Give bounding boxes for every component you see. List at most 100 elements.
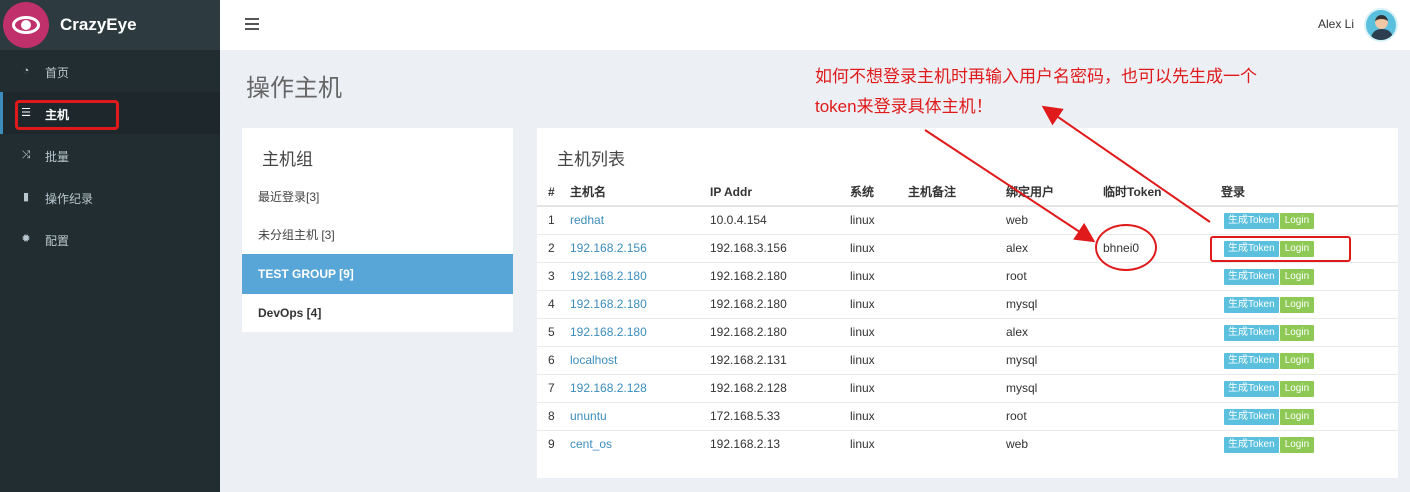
- table-cell: 生成Token Login: [1221, 401, 1398, 430]
- top-header: Alex Li: [220, 0, 1410, 50]
- login-button[interactable]: Login: [1279, 436, 1315, 453]
- table-cell: bhnei0: [1103, 233, 1221, 262]
- table-cell: mysql: [1006, 345, 1103, 374]
- table-cell: [1103, 205, 1221, 234]
- host-os: linux: [850, 241, 875, 255]
- sidebar-item-batch[interactable]: ⤨ 批量: [0, 134, 220, 176]
- login-button[interactable]: Login: [1279, 296, 1315, 313]
- avatar[interactable]: [1364, 8, 1398, 42]
- table-cell: linux: [850, 261, 908, 290]
- shuffle-icon: ⤨: [21, 149, 31, 161]
- table-cell: [908, 401, 1006, 430]
- column-header: #: [537, 178, 570, 207]
- bound-user: mysql: [1006, 381, 1038, 395]
- table-cell: [908, 373, 1006, 402]
- table-cell: 192.168.2.180: [710, 261, 850, 290]
- login-button[interactable]: Login: [1279, 324, 1315, 341]
- host-group-panel: 主机组 最近登录[3] 未分组主机 [3] TEST GROUP [9] Dev…: [242, 128, 513, 332]
- table-cell: alex: [1006, 233, 1103, 262]
- host-name-link[interactable]: ununtu: [570, 409, 607, 423]
- login-button[interactable]: Login: [1279, 408, 1315, 425]
- table-cell: 7: [537, 373, 570, 402]
- table-cell: [908, 345, 1006, 374]
- generate-token-button[interactable]: 生成Token: [1224, 296, 1279, 313]
- table-cell: 192.168.2.128: [570, 373, 710, 402]
- login-button[interactable]: Login: [1279, 380, 1315, 397]
- row-number: 9: [548, 437, 555, 452]
- host-os: linux: [850, 409, 875, 423]
- table-cell: 192.168.2.13: [710, 429, 850, 458]
- bound-user: mysql: [1006, 297, 1038, 311]
- group-item-recent[interactable]: 最近登录[3]: [242, 178, 513, 216]
- generate-token-button[interactable]: 生成Token: [1224, 380, 1279, 397]
- table-cell: 4: [537, 289, 570, 318]
- row-number: 3: [548, 269, 555, 283]
- host-name-link[interactable]: 192.168.2.128: [570, 381, 647, 395]
- bound-user: root: [1006, 269, 1027, 283]
- row-number: 4: [548, 297, 555, 311]
- table-row: 4 192.168.2.180 192.168.2.180 linux mysql 生成T…: [537, 289, 1398, 318]
- brand-area[interactable]: CrazyEye: [0, 0, 220, 50]
- hamburger-menu-icon[interactable]: [245, 18, 259, 31]
- column-header: 临时Token: [1103, 178, 1221, 207]
- table-cell: 192.168.2.131: [710, 345, 850, 374]
- sidebar-item-settings[interactable]: ✹ 配置: [0, 218, 220, 260]
- host-name-link[interactable]: redhat: [570, 213, 604, 227]
- generate-token-button[interactable]: 生成Token: [1224, 268, 1279, 285]
- table-cell: 10.0.4.154: [710, 205, 850, 234]
- table-cell: 生成Token Login: [1221, 261, 1398, 290]
- host-name-link[interactable]: cent_os: [570, 437, 612, 451]
- host-name-link[interactable]: 192.168.2.180: [570, 269, 647, 283]
- login-button[interactable]: Login: [1279, 212, 1315, 229]
- table-cell: [908, 317, 1006, 346]
- bound-user: alex: [1006, 325, 1029, 339]
- table-cell: 192.168.2.180: [570, 289, 710, 318]
- sidebar-item-audit-log[interactable]: ▮ 操作纪录: [0, 176, 220, 218]
- table-cell: 8: [537, 401, 570, 430]
- host-ip: 192.168.2.131: [710, 353, 787, 367]
- generate-token-button[interactable]: 生成Token: [1224, 436, 1279, 453]
- table-cell: 192.168.2.180: [570, 317, 710, 346]
- annotation-line: token来登录具体主机！: [815, 97, 993, 116]
- annotation-line: 如何不想登录主机时再输入用户名密码，也可以先生成一个: [815, 67, 1257, 86]
- generate-token-button[interactable]: 生成Token: [1224, 324, 1279, 341]
- table-cell: 192.168.3.156: [710, 233, 850, 262]
- column-header: 登录: [1221, 178, 1398, 207]
- table-cell: mysql: [1006, 289, 1103, 318]
- host-ip: 172.168.5.33: [710, 409, 781, 423]
- table-cell: 192.168.2.156: [570, 233, 710, 262]
- sidebar-item-hosts[interactable]: ☰ 主机: [0, 92, 220, 134]
- generate-token-button[interactable]: 生成Token: [1224, 212, 1279, 229]
- table-header-row: # 主机名 IP Addr 系统 主机备注 绑定用户 临时Token 登录: [537, 178, 1398, 207]
- generate-token-button[interactable]: 生成Token: [1224, 352, 1279, 369]
- generate-token-button[interactable]: 生成Token: [1224, 408, 1279, 425]
- host-name-link[interactable]: 192.168.2.156: [570, 241, 647, 255]
- group-item-devops[interactable]: DevOps [4]: [242, 294, 513, 332]
- login-button[interactable]: Login: [1279, 268, 1315, 285]
- host-ip: 192.168.2.180: [710, 269, 787, 283]
- table-cell: linux: [850, 345, 908, 374]
- group-item-test-group[interactable]: TEST GROUP [9]: [242, 254, 513, 294]
- host-name-link[interactable]: localhost: [570, 353, 617, 367]
- book-icon: ▮: [22, 191, 30, 203]
- column-header: 绑定用户: [1006, 178, 1103, 207]
- sidebar-item-label: 首页: [45, 66, 70, 80]
- table-cell: [908, 233, 1006, 262]
- table-cell: 9: [537, 429, 570, 458]
- host-table: # 主机名 IP Addr 系统 主机备注 绑定用户 临时Token 登录 1 r…: [537, 178, 1398, 458]
- sidebar-item-home[interactable]: ◔ 首页: [0, 50, 220, 92]
- login-button[interactable]: Login: [1279, 352, 1315, 369]
- host-os: linux: [850, 325, 875, 339]
- generate-token-button[interactable]: 生成Token: [1224, 240, 1279, 257]
- group-item-ungrouped[interactable]: 未分组主机 [3]: [242, 216, 513, 254]
- host-name-link[interactable]: 192.168.2.180: [570, 325, 647, 339]
- login-button[interactable]: Login: [1279, 240, 1315, 257]
- host-name-link[interactable]: 192.168.2.180: [570, 297, 647, 311]
- user-name[interactable]: Alex Li: [1318, 17, 1354, 31]
- sidebar-item-label: 配置: [45, 234, 70, 248]
- bound-user: alex: [1006, 241, 1029, 255]
- table-cell: [1103, 317, 1221, 346]
- panel-title: 主机列表: [557, 150, 625, 169]
- table-cell: linux: [850, 373, 908, 402]
- sidebar: CrazyEye ◔ 首页 ☰ 主机 ⤨ 批量 ▮ 操作纪录 ✹ 配置: [0, 0, 220, 492]
